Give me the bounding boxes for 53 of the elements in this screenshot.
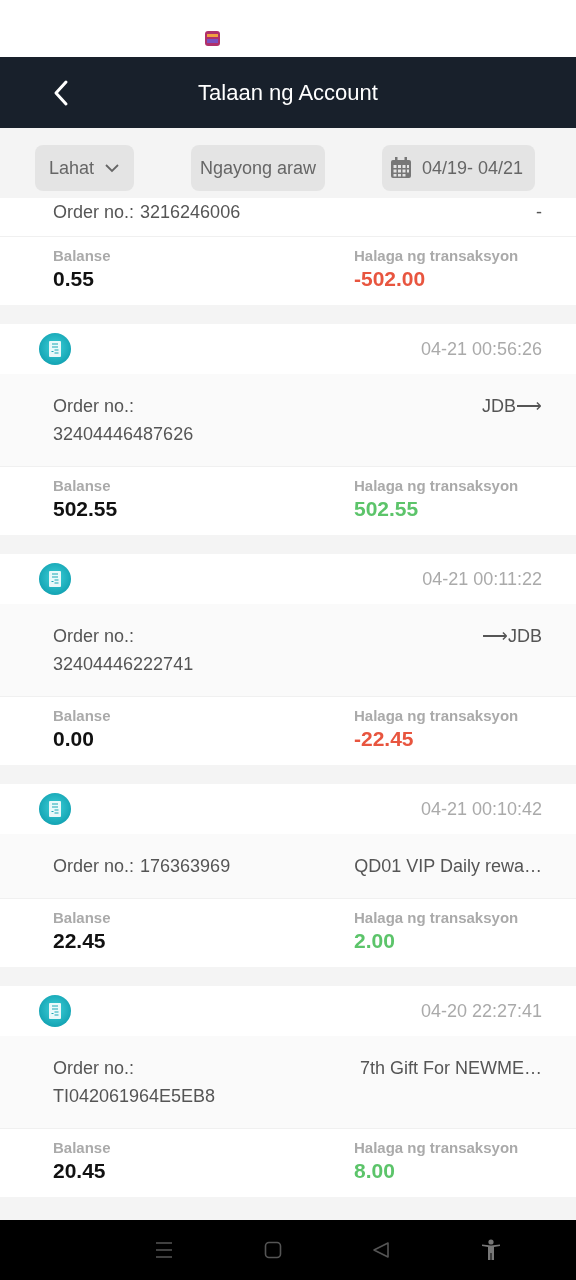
receipt-icon bbox=[39, 793, 71, 825]
receipt-icon bbox=[39, 563, 71, 595]
filter-button[interactable]: 04/19- 04/21 bbox=[381, 145, 535, 191]
menu-icon[interactable] bbox=[155, 1241, 174, 1259]
transaction-time: 04-21 00:10:42 bbox=[420, 798, 542, 820]
balance-value: 0.00 bbox=[53, 726, 95, 752]
amount-label: Halaga ng transaksyon bbox=[354, 1139, 520, 1157]
page-title: Talaan ng Account bbox=[197, 79, 379, 106]
order-number: 176363969 bbox=[140, 855, 231, 878]
transaction-time: 04-21 00:56:26 bbox=[420, 338, 542, 360]
balance-label: Balanse bbox=[53, 1139, 111, 1157]
filter-button[interactable]: Lahat bbox=[35, 145, 135, 191]
calendar-icon bbox=[389, 157, 412, 179]
transaction-detail: JDB⟶ bbox=[482, 395, 542, 418]
transaction-time: 04-20 22:27:41 bbox=[420, 1000, 542, 1022]
amount-value: 502.55 bbox=[354, 496, 420, 522]
home-icon[interactable] bbox=[263, 1241, 282, 1259]
order-label: Order no.: bbox=[53, 855, 135, 878]
order-number: 3216246006 bbox=[140, 201, 241, 224]
balance-value: 20.45 bbox=[53, 1158, 107, 1184]
filter-button[interactable]: Ngayong araw bbox=[190, 145, 325, 191]
balance-value: 0.55 bbox=[53, 266, 95, 292]
amount-value: 2.00 bbox=[354, 928, 396, 954]
transaction-detail: ⟶JDB bbox=[482, 625, 542, 648]
app-icon bbox=[205, 31, 220, 46]
amount-label: Halaga ng transaksyon bbox=[354, 247, 520, 265]
order-label: Order no.: bbox=[53, 1057, 136, 1080]
balance-value: 502.55 bbox=[53, 496, 118, 522]
amount-value: -22.45 bbox=[354, 726, 415, 752]
order-number: 32404446487626 bbox=[53, 423, 194, 446]
balance-label: Balanse bbox=[53, 247, 111, 265]
order-label: Order no.: bbox=[53, 395, 136, 418]
transaction-time: 04-21 00:11:22 bbox=[422, 568, 542, 590]
balance-label: Balanse bbox=[53, 707, 111, 725]
receipt-icon bbox=[39, 333, 71, 365]
amount-value: 8.00 bbox=[354, 1158, 396, 1184]
balance-value: 22.45 bbox=[53, 928, 107, 954]
balance-label: Balanse bbox=[53, 909, 111, 927]
chevron-down-icon bbox=[104, 163, 121, 173]
receipt-icon bbox=[39, 995, 71, 1027]
transaction-detail: 7th Gift For NEWME… bbox=[359, 1057, 542, 1080]
transaction-detail: - bbox=[536, 201, 542, 224]
amount-label: Halaga ng transaksyon bbox=[354, 707, 520, 725]
order-number: TI042061964E5EB8 bbox=[53, 1085, 216, 1108]
order-label: Order no.: bbox=[53, 625, 136, 648]
balance-label: Balanse bbox=[53, 477, 112, 495]
order-number: 32404446222741 bbox=[53, 653, 194, 676]
amount-value: -502.00 bbox=[354, 266, 427, 292]
accessibility-icon[interactable] bbox=[480, 1239, 501, 1261]
amount-label: Halaga ng transaksyon bbox=[354, 477, 520, 495]
transaction-detail: QD01 VIP Daily rewa… bbox=[354, 855, 542, 878]
order-label: Order no.: bbox=[53, 201, 135, 224]
amount-label: Halaga ng transaksyon bbox=[354, 909, 520, 927]
